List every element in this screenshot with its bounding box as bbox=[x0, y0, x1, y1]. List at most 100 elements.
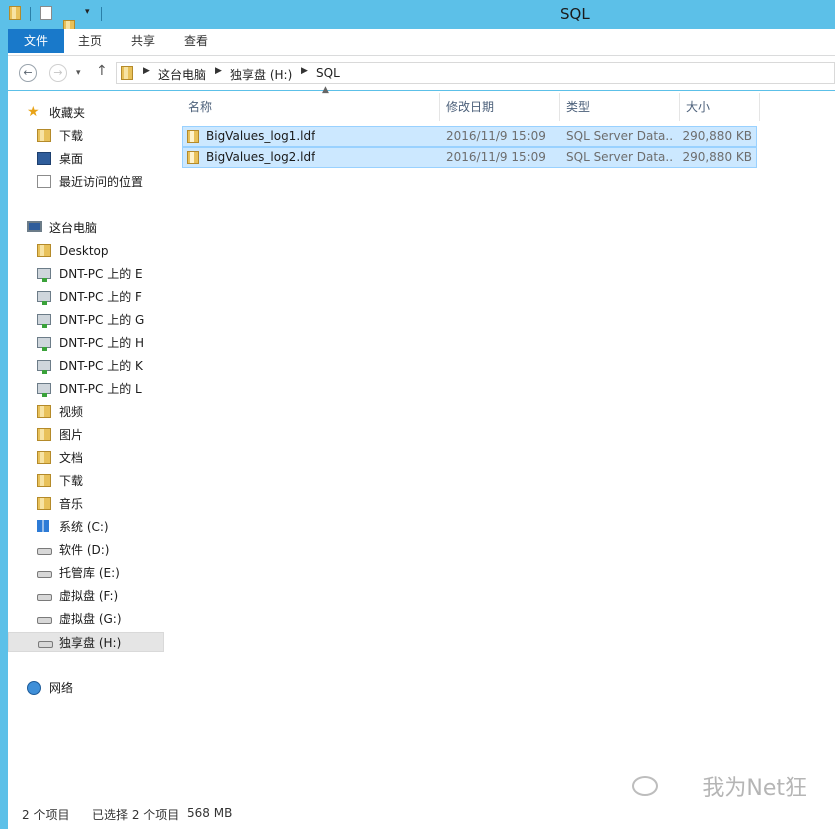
tab-home[interactable]: 主页 bbox=[64, 29, 116, 53]
file-icon bbox=[187, 130, 199, 143]
column-header-type[interactable]: 类型 bbox=[560, 93, 680, 121]
sidebar-item-label: 收藏夹 bbox=[49, 106, 86, 120]
sidebar-item-label: DNT-PC 上的 H bbox=[59, 336, 145, 350]
watermark: 我为Net狂 bbox=[702, 776, 807, 801]
status-bar: 2 个项目 已选择 2 个项目 568 MB bbox=[8, 798, 835, 829]
sidebar-item-music[interactable]: 音乐 bbox=[37, 494, 84, 514]
ribbon: 文件 主页 共享 查看 bbox=[8, 29, 835, 56]
file-list: ▲ 名称 修改日期 类型 大小 BigValues_log1.ldf 2016/… bbox=[166, 85, 835, 798]
column-header-name[interactable]: 名称 bbox=[182, 93, 440, 121]
sidebar-item-desktop[interactable]: 桌面 bbox=[37, 149, 83, 169]
pictures-folder-icon bbox=[37, 428, 51, 441]
sidebar-item-drive-g[interactable]: 虚拟盘 (G:) bbox=[37, 609, 122, 629]
drive-icon bbox=[38, 641, 53, 648]
breadcrumb-drive-h[interactable]: 独享盘 (H:) bbox=[230, 66, 292, 83]
sidebar-item-network-g[interactable]: DNT-PC 上的 G bbox=[37, 310, 145, 330]
selected-size: 568 MB bbox=[187, 806, 233, 820]
sidebar-item-drive-h[interactable]: 独享盘 (H:) bbox=[8, 632, 164, 652]
column-headers: ▲ 名称 修改日期 类型 大小 bbox=[182, 85, 760, 121]
sidebar-item-network-h[interactable]: DNT-PC 上的 H bbox=[37, 333, 145, 353]
file-size: 290,880 KB bbox=[682, 150, 752, 164]
sidebar-item-label: DNT-PC 上的 K bbox=[59, 359, 143, 373]
breadcrumb-this-pc[interactable]: 这台电脑 bbox=[158, 66, 206, 83]
navigation-pane: ★ 收藏夹 下载 桌面 最近访问的位置 这台电脑 Desktop DNT-PC … bbox=[8, 91, 166, 798]
sidebar-item-label: 软件 (D:) bbox=[59, 543, 110, 557]
network-drive-icon bbox=[37, 314, 51, 328]
customize-quick-access-icon[interactable]: ▾ bbox=[85, 7, 90, 17]
sidebar-item-label: 音乐 bbox=[59, 497, 84, 511]
sidebar-item-label: 独享盘 (H:) bbox=[59, 636, 122, 650]
sidebar-item-label: 虚拟盘 (F:) bbox=[59, 589, 119, 603]
sidebar-item-label: 文档 bbox=[59, 451, 84, 465]
breadcrumb-sql[interactable]: SQL bbox=[316, 66, 340, 80]
sidebar-item-label: 视频 bbox=[59, 405, 84, 419]
chevron-right-icon[interactable]: ▶ bbox=[301, 66, 308, 76]
back-button[interactable]: ← bbox=[19, 64, 37, 82]
tab-file[interactable]: 文件 bbox=[8, 29, 64, 53]
sidebar-item-drive-c[interactable]: 系统 (C:) bbox=[37, 517, 109, 537]
drive-icon bbox=[37, 594, 52, 601]
file-row[interactable]: BigValues_log1.ldf 2016/11/9 15:09 SQL S… bbox=[182, 126, 757, 147]
sidebar-item-recent-places[interactable]: 最近访问的位置 bbox=[37, 172, 144, 192]
sidebar-item-documents[interactable]: 文档 bbox=[37, 448, 84, 468]
file-name: BigValues_log2.ldf bbox=[206, 150, 316, 164]
sidebar-item-label: 虚拟盘 (G:) bbox=[59, 612, 122, 626]
column-header-date-modified[interactable]: 修改日期 bbox=[440, 93, 560, 121]
sidebar-item-label: 托管库 (E:) bbox=[59, 566, 120, 580]
drive-icon bbox=[37, 571, 52, 578]
sidebar-item-label: DNT-PC 上的 G bbox=[59, 313, 145, 327]
chevron-right-icon[interactable]: ▶ bbox=[143, 66, 150, 76]
sidebar-item-label: 图片 bbox=[59, 428, 84, 442]
sidebar-item-drive-d[interactable]: 软件 (D:) bbox=[37, 540, 110, 560]
star-icon: ★ bbox=[27, 104, 40, 120]
sidebar-item-label: 下载 bbox=[59, 129, 84, 143]
address-bar[interactable]: ▶ 这台电脑 ▶ 独享盘 (H:) ▶ SQL bbox=[116, 62, 835, 84]
sidebar-item-drive-e[interactable]: 托管库 (E:) bbox=[37, 563, 120, 583]
desktop-icon bbox=[37, 152, 51, 165]
tab-share[interactable]: 共享 bbox=[117, 29, 169, 53]
sidebar-item-favorites[interactable]: ★ 收藏夹 bbox=[27, 103, 86, 123]
videos-folder-icon bbox=[37, 405, 51, 418]
properties-icon[interactable] bbox=[40, 6, 52, 20]
sidebar-item-drive-f[interactable]: 虚拟盘 (F:) bbox=[37, 586, 119, 606]
music-folder-icon bbox=[37, 497, 51, 510]
sidebar-item-network-e[interactable]: DNT-PC 上的 E bbox=[37, 264, 143, 284]
drive-icon bbox=[37, 548, 52, 555]
sidebar-item-label: Desktop bbox=[59, 244, 109, 258]
computer-icon bbox=[27, 221, 42, 232]
column-header-size[interactable]: 大小 bbox=[680, 93, 760, 121]
recent-places-icon bbox=[37, 175, 51, 188]
sidebar-item-label: DNT-PC 上的 L bbox=[59, 382, 142, 396]
sidebar-item-desktop-folder[interactable]: Desktop bbox=[37, 241, 109, 261]
sidebar-item-network-l[interactable]: DNT-PC 上的 L bbox=[37, 379, 142, 399]
tab-view[interactable]: 查看 bbox=[170, 29, 222, 53]
file-name: BigValues_log1.ldf bbox=[206, 129, 316, 143]
sidebar-item-pictures[interactable]: 图片 bbox=[37, 425, 84, 445]
sidebar-item-videos[interactable]: 视频 bbox=[37, 402, 84, 422]
file-size: 290,880 KB bbox=[682, 129, 752, 143]
navigation-bar: ← → ▾ ↑ ▶ 这台电脑 ▶ 独享盘 (H:) ▶ SQL bbox=[8, 56, 835, 90]
folder-icon bbox=[121, 66, 133, 80]
file-row[interactable]: BigValues_log2.ldf 2016/11/9 15:09 SQL S… bbox=[182, 147, 757, 168]
sidebar-item-network-k[interactable]: DNT-PC 上的 K bbox=[37, 356, 143, 376]
sidebar-item-this-pc[interactable]: 这台电脑 bbox=[27, 218, 97, 238]
sidebar-item-downloads-pc[interactable]: 下载 bbox=[37, 471, 84, 491]
sidebar-item-label: DNT-PC 上的 E bbox=[59, 267, 143, 281]
chevron-right-icon[interactable]: ▶ bbox=[215, 66, 222, 76]
folder-icon bbox=[37, 244, 51, 257]
network-drive-icon bbox=[37, 337, 51, 351]
sidebar-item-downloads[interactable]: 下载 bbox=[37, 126, 84, 146]
file-date: 2016/11/9 15:09 bbox=[446, 150, 546, 164]
file-icon bbox=[187, 151, 199, 164]
sidebar-item-label: 最近访问的位置 bbox=[59, 175, 144, 189]
drive-icon bbox=[37, 617, 52, 624]
sidebar-item-label: 下载 bbox=[59, 474, 84, 488]
network-icon bbox=[27, 681, 41, 695]
network-drive-icon bbox=[37, 360, 51, 374]
recent-locations-button[interactable]: ▾ bbox=[76, 68, 81, 78]
sidebar-item-network[interactable]: 网络 bbox=[27, 678, 73, 698]
forward-button[interactable]: → bbox=[49, 64, 67, 82]
up-button[interactable]: ↑ bbox=[96, 63, 108, 79]
sidebar-item-network-f[interactable]: DNT-PC 上的 F bbox=[37, 287, 142, 307]
window-title: SQL bbox=[560, 5, 590, 23]
